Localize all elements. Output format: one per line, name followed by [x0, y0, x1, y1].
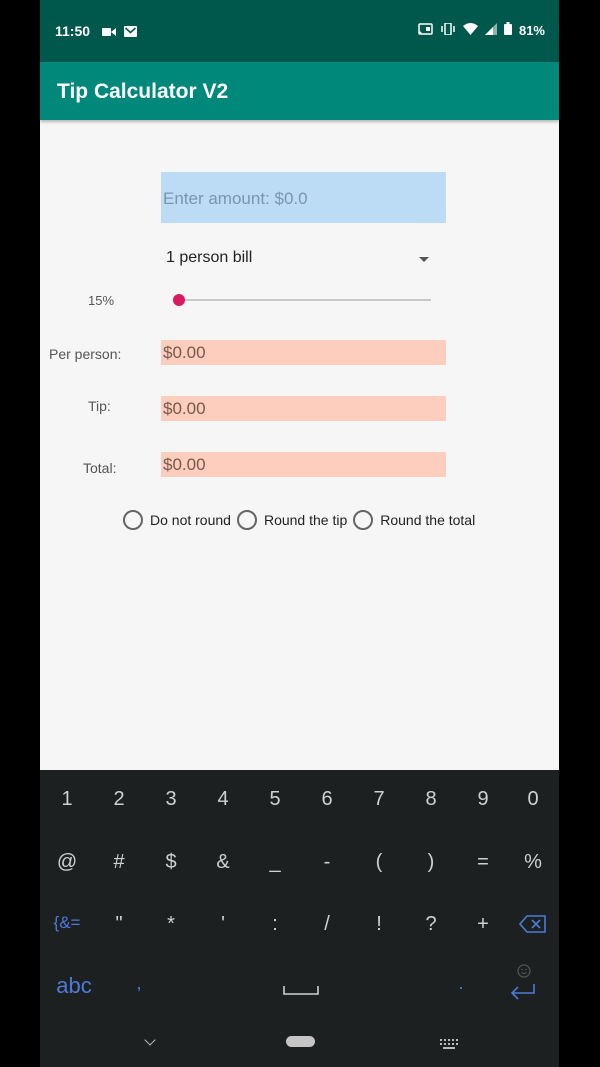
- key-abc[interactable]: abc: [48, 973, 100, 999]
- slider-track: [173, 299, 431, 301]
- key-close-paren[interactable]: ): [405, 851, 457, 874]
- keyboard-switch-icon[interactable]: [440, 1036, 458, 1054]
- rounding-radio-group: Do not round Round the tip Round the tot…: [123, 510, 481, 530]
- total-value: $0.00: [161, 452, 446, 477]
- key-hash[interactable]: #: [93, 851, 145, 874]
- key-3[interactable]: 3: [145, 788, 197, 811]
- key-dollar[interactable]: $: [145, 851, 197, 874]
- key-exclamation[interactable]: !: [353, 913, 405, 936]
- radio-label: Do not round: [150, 512, 231, 528]
- battery-icon: [503, 22, 512, 38]
- key-double-quote[interactable]: ": [93, 913, 145, 936]
- radio-circle-icon: [236, 510, 257, 530]
- battery-percent: 81%: [518, 22, 545, 38]
- dropdown-arrow-icon: [419, 257, 429, 262]
- key-0[interactable]: 0: [507, 788, 559, 811]
- key-equals[interactable]: =: [457, 851, 509, 874]
- status-bar: 11:50 81%: [40, 0, 559, 62]
- key-9[interactable]: 9: [457, 788, 509, 811]
- key-5[interactable]: 5: [249, 788, 301, 811]
- app-bar: Tip Calculator V2: [40, 62, 559, 120]
- backspace-icon[interactable]: [507, 915, 559, 939]
- key-ampersand[interactable]: &: [197, 851, 249, 874]
- radio-do-not-round[interactable]: Do not round: [123, 510, 231, 530]
- phone-screen: 11:50 81% Tip Calculator V2 Enter amount…: [40, 0, 559, 1067]
- key-period[interactable]: .: [435, 973, 487, 994]
- key-4[interactable]: 4: [197, 788, 249, 811]
- camera-icon: [102, 24, 116, 42]
- tip-percent-slider[interactable]: [173, 290, 431, 310]
- keyboard-row-numbers: 1 2 3 4 5 6 7 8 9 0: [40, 788, 559, 828]
- keyboard-row-bottom: abc , .: [40, 964, 559, 1013]
- persons-selected-value: 1 person bill: [166, 249, 253, 266]
- key-1[interactable]: 1: [41, 788, 93, 811]
- amount-input[interactable]: Enter amount: $0.0: [161, 172, 446, 223]
- radio-label: Round the total: [380, 512, 476, 528]
- app-title: Tip Calculator V2: [57, 80, 229, 103]
- key-2[interactable]: 2: [93, 788, 145, 811]
- radio-round-tip[interactable]: Round the tip: [236, 510, 348, 530]
- radio-label: Round the tip: [263, 512, 348, 528]
- key-at[interactable]: @: [41, 851, 93, 874]
- per-person-value: $0.00: [161, 340, 446, 365]
- key-percent[interactable]: %: [507, 851, 559, 874]
- key-colon[interactable]: :: [249, 913, 301, 936]
- slider-thumb[interactable]: [173, 294, 185, 306]
- key-more-symbols[interactable]: {&=: [41, 913, 93, 933]
- tip-value: $0.00: [161, 396, 446, 421]
- wifi-icon: [462, 22, 478, 38]
- keyboard-row-symbols-1: @ # $ & _ - ( ) = %: [40, 851, 559, 891]
- key-6[interactable]: 6: [301, 788, 353, 811]
- emoji-icon[interactable]: [498, 961, 550, 984]
- key-question[interactable]: ?: [405, 913, 457, 936]
- key-plus[interactable]: +: [457, 913, 509, 936]
- gmail-icon: [124, 24, 137, 42]
- total-label: Total:: [83, 460, 117, 476]
- spacebar-icon[interactable]: [275, 979, 327, 1002]
- tip-label: Tip:: [88, 398, 111, 414]
- key-8[interactable]: 8: [405, 788, 457, 811]
- key-comma[interactable]: ,: [113, 973, 165, 994]
- key-underscore[interactable]: _: [249, 851, 301, 874]
- keyboard-row-symbols-2: {&= " * ' : / ! ? +: [40, 913, 559, 953]
- radio-circle-icon: [353, 510, 374, 530]
- symbol-keyboard: 1 2 3 4 5 6 7 8 9 0 @ # $ & _ - ( ) = % …: [40, 770, 559, 1067]
- cast-icon: [418, 22, 433, 38]
- enter-icon[interactable]: [497, 983, 549, 1009]
- key-slash[interactable]: /: [301, 913, 353, 936]
- radio-round-total[interactable]: Round the total: [353, 510, 475, 530]
- status-time: 11:50: [55, 23, 91, 39]
- key-asterisk[interactable]: *: [145, 913, 197, 936]
- home-pill[interactable]: [286, 1036, 315, 1047]
- vibrate-icon: [440, 21, 456, 38]
- key-7[interactable]: 7: [353, 788, 405, 811]
- radio-circle-icon: [123, 510, 143, 530]
- key-open-paren[interactable]: (: [353, 851, 405, 874]
- key-minus[interactable]: -: [301, 851, 353, 874]
- main-content: Enter amount: $0.0 1 person bill 15% Per…: [40, 120, 559, 770]
- key-apostrophe[interactable]: ': [197, 913, 249, 936]
- tip-percent-label: 15%: [88, 293, 115, 308]
- signal-icon: [484, 22, 497, 38]
- persons-dropdown[interactable]: 1 person bill: [161, 244, 429, 276]
- per-person-label: Per person:: [49, 346, 122, 362]
